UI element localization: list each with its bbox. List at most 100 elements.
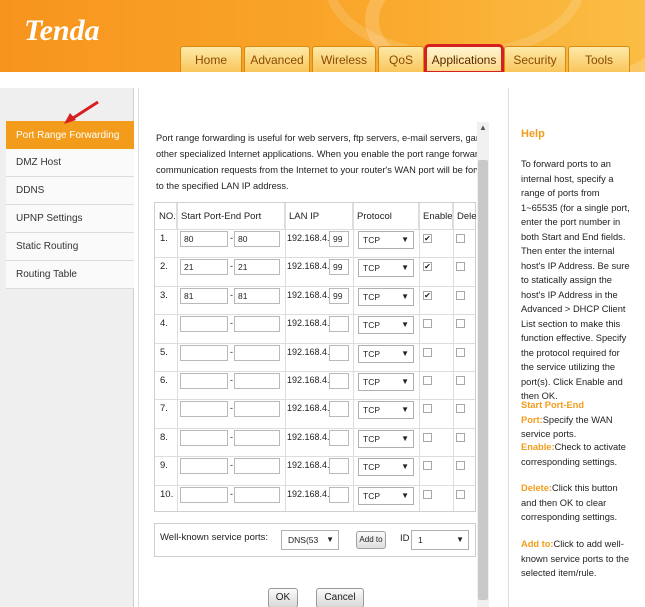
tab-wireless[interactable]: Wireless (312, 46, 376, 72)
end-port-input[interactable] (234, 458, 280, 475)
start-port-input[interactable] (180, 344, 228, 361)
sidebar-item-ddns[interactable]: DDNS (6, 177, 134, 205)
lan-ip-last-octet-input[interactable] (329, 401, 349, 418)
delete-checkbox[interactable] (456, 404, 465, 414)
sidebar-item-routing-table[interactable]: Routing Table (6, 261, 134, 289)
end-port-input[interactable] (234, 401, 280, 418)
row-divider (155, 342, 475, 344)
start-port-input[interactable]: 81 (180, 287, 228, 304)
lan-ip-last-octet-input[interactable] (329, 429, 349, 446)
end-port-input[interactable]: 80 (234, 231, 280, 247)
end-port-input[interactable] (234, 429, 280, 446)
port-range-dash: - (230, 375, 233, 385)
tab-security[interactable]: Security (504, 46, 566, 72)
lan-ip-prefix: 192.168.4. (287, 233, 330, 243)
row-divider (155, 371, 475, 372)
end-port-input[interactable] (234, 344, 280, 361)
row-divider (155, 314, 475, 316)
lan-ip-last-octet-input[interactable]: 99 (329, 287, 349, 304)
row-number: 10. (160, 488, 174, 500)
end-port-input[interactable] (234, 373, 280, 389)
lan-ip-last-octet-input[interactable] (329, 458, 349, 475)
delete-checkbox[interactable] (456, 461, 465, 471)
enable-checkbox[interactable]: ✔ (423, 262, 432, 272)
enable-checkbox[interactable] (423, 489, 432, 499)
enable-checkbox[interactable] (423, 404, 432, 414)
start-port-input[interactable] (180, 429, 228, 446)
protocol-value: TCP (363, 291, 380, 302)
start-port-input[interactable]: 21 (180, 259, 228, 276)
brand-logo: Tenda (24, 14, 100, 47)
lan-ip-last-octet-input[interactable] (329, 316, 349, 333)
enable-checkbox[interactable] (423, 376, 432, 385)
start-port-input[interactable]: 80 (180, 231, 228, 247)
delete-checkbox[interactable] (456, 376, 465, 385)
sidebar-item-dmz-host[interactable]: DMZ Host (6, 149, 134, 177)
end-port-input[interactable] (234, 316, 280, 333)
lan-ip-last-octet-input[interactable] (329, 486, 349, 503)
start-port-input[interactable] (180, 373, 228, 389)
lan-ip-last-octet-input[interactable] (329, 373, 349, 389)
sidebar-item-static-routing[interactable]: Static Routing (6, 233, 134, 261)
lan-ip-last-octet-input[interactable] (329, 344, 349, 361)
start-port-input[interactable] (180, 401, 228, 418)
delete-checkbox[interactable] (456, 432, 465, 442)
tab-qos[interactable]: QoS (378, 46, 424, 72)
delete-checkbox[interactable] (456, 290, 465, 300)
chevron-down-icon: ▼ (456, 535, 464, 544)
cancel-button[interactable]: Cancel (316, 588, 364, 607)
row-number: 9. (160, 460, 168, 472)
protocol-select[interactable]: TCP ▼ (358, 373, 414, 391)
row-divider (155, 399, 475, 401)
protocol-select[interactable]: TCP ▼ (358, 231, 414, 249)
enable-checkbox[interactable]: ✔ (423, 290, 432, 300)
protocol-select[interactable]: TCP ▼ (358, 401, 414, 420)
start-port-input[interactable] (180, 458, 228, 475)
delete-checkbox[interactable] (456, 489, 465, 499)
enable-checkbox[interactable] (423, 319, 432, 329)
delete-checkbox[interactable] (456, 234, 465, 243)
protocol-select[interactable]: TCP ▼ (358, 486, 414, 505)
scroll-up-icon[interactable]: ▲ (477, 122, 489, 134)
delete-checkbox[interactable] (456, 319, 465, 329)
scrollbar-thumb[interactable] (478, 160, 488, 600)
chevron-down-icon: ▼ (401, 490, 409, 500)
protocol-select[interactable]: TCP ▼ (358, 316, 414, 335)
tab-tools[interactable]: Tools (568, 46, 630, 72)
start-port-input[interactable] (180, 486, 228, 503)
row-number: 4. (160, 318, 168, 330)
tab-applications[interactable]: Applications (424, 44, 504, 72)
protocol-select[interactable]: TCP ▼ (358, 429, 414, 448)
start-port-input[interactable] (180, 316, 228, 333)
service-port-select[interactable]: DNS(53 ▼ (281, 530, 339, 550)
well-known-ports-label: Well-known service ports: (160, 532, 269, 543)
sidebar-item-upnp-settings[interactable]: UPNP Settings (6, 205, 134, 233)
sidebar-item-port-range-forwarding[interactable]: Port Range Forwarding (6, 121, 134, 149)
lan-ip-prefix: 192.168.4. (287, 261, 330, 272)
tab-advanced[interactable]: Advanced (244, 46, 310, 72)
chevron-down-icon: ▼ (401, 377, 409, 386)
port-range-dash: - (230, 488, 233, 499)
enable-checkbox[interactable] (423, 347, 432, 357)
scrollbar[interactable]: ▲ (477, 122, 489, 607)
col-header-delete: Dele (457, 210, 477, 222)
protocol-select[interactable]: TCP ▼ (358, 344, 414, 363)
end-port-input[interactable] (234, 486, 280, 503)
protocol-select[interactable]: TCP ▼ (358, 259, 414, 278)
enable-checkbox[interactable] (423, 432, 432, 442)
enable-checkbox[interactable]: ✔ (423, 234, 432, 243)
enable-checkbox[interactable] (423, 461, 432, 471)
delete-checkbox[interactable] (456, 262, 465, 272)
ok-button[interactable]: OK (268, 588, 298, 607)
end-port-input[interactable]: 21 (234, 259, 280, 276)
lan-ip-last-octet-input[interactable]: 99 (329, 231, 349, 247)
tab-home[interactable]: Home (180, 46, 242, 72)
lan-ip-last-octet-input[interactable]: 99 (329, 259, 349, 276)
protocol-select[interactable]: TCP ▼ (358, 287, 414, 306)
add-to-button[interactable]: Add to (356, 531, 386, 549)
row-divider (155, 456, 475, 458)
protocol-select[interactable]: TCP ▼ (358, 458, 414, 477)
delete-checkbox[interactable] (456, 347, 465, 357)
id-select[interactable]: 1 ▼ (411, 530, 469, 550)
end-port-input[interactable]: 81 (234, 287, 280, 304)
